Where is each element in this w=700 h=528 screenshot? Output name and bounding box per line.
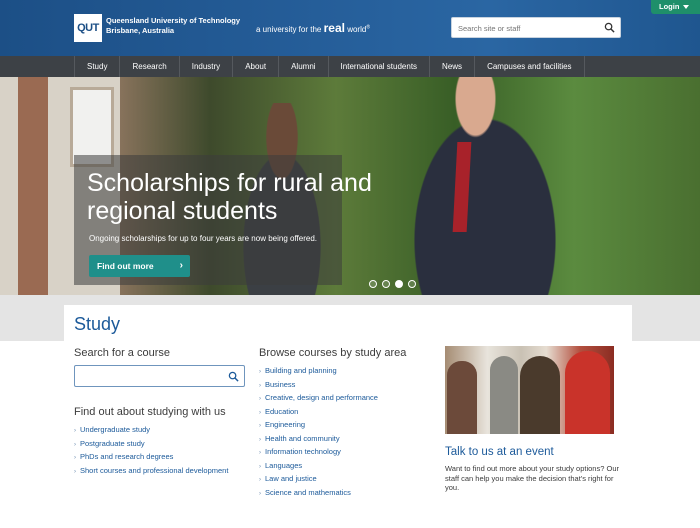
link-information-technology[interactable]: › Information technology bbox=[259, 445, 378, 459]
tagline-suffix: world bbox=[347, 25, 367, 34]
event-photo-person bbox=[520, 356, 560, 434]
qut-logo[interactable]: QUT bbox=[74, 14, 102, 42]
link-short-courses[interactable]: › Short courses and professional developm… bbox=[74, 464, 228, 478]
chevron-right-icon: › bbox=[74, 441, 76, 448]
hero-subtitle: Ongoing scholarships for up to four year… bbox=[89, 234, 317, 243]
link-label: Education bbox=[265, 406, 299, 416]
browse-links-list: › Building and planning › Business › Creati… bbox=[259, 364, 378, 499]
chevron-right-icon: › bbox=[259, 450, 261, 456]
link-label: Science and mathematics bbox=[265, 487, 351, 497]
find-out-heading: Find out about studying with us bbox=[74, 406, 226, 418]
link-engineering[interactable]: › Engineering bbox=[259, 418, 378, 432]
hero-title: Scholarships for rural and regional stud… bbox=[87, 169, 372, 225]
link-education[interactable]: › Education bbox=[259, 405, 378, 419]
site-header: QUT Queensland University of Technology … bbox=[0, 0, 700, 56]
chevron-right-icon: › bbox=[259, 490, 261, 497]
link-health-community[interactable]: › Health and community bbox=[259, 432, 378, 446]
site-search bbox=[451, 17, 621, 38]
nav-item-research[interactable]: Research bbox=[119, 56, 178, 77]
chevron-right-icon: › bbox=[259, 382, 261, 389]
chevron-right-icon: › bbox=[259, 396, 261, 402]
link-label: Information technology bbox=[265, 447, 341, 456]
link-label: Engineering bbox=[265, 420, 306, 429]
course-search bbox=[74, 365, 245, 387]
hero-brick-column bbox=[18, 77, 48, 295]
find-out-more-button[interactable]: Find out more › bbox=[89, 255, 190, 277]
link-label: Business bbox=[265, 379, 296, 389]
slide-dot-2[interactable] bbox=[382, 280, 390, 288]
nav-item-campuses-and-facilities[interactable]: Campuses and facilities bbox=[474, 56, 585, 77]
link-undergraduate-study[interactable]: › Undergraduate study bbox=[74, 423, 228, 437]
chevron-right-icon: › bbox=[259, 463, 261, 470]
tagline: a university for the real world® bbox=[256, 21, 370, 35]
nav-list: Study Research Industry About Alumni Int… bbox=[74, 56, 585, 77]
chevron-right-icon: › bbox=[74, 428, 76, 434]
link-label: Law and justice bbox=[265, 474, 317, 483]
nav-item-industry[interactable]: Industry bbox=[178, 56, 232, 77]
chevron-right-icon: › bbox=[74, 455, 76, 461]
chevron-right-icon: › bbox=[259, 423, 261, 429]
link-label: Short courses and professional developme… bbox=[80, 465, 229, 475]
site-search-input[interactable] bbox=[452, 19, 592, 38]
slide-dot-1[interactable] bbox=[369, 280, 377, 288]
nav-item-about[interactable]: About bbox=[232, 56, 278, 77]
course-search-input[interactable] bbox=[75, 366, 225, 386]
chevron-right-icon: › bbox=[259, 477, 261, 483]
org-name: Queensland University of Technology bbox=[106, 16, 241, 25]
login-button[interactable]: Login bbox=[651, 0, 700, 14]
link-label: Undergraduate study bbox=[80, 425, 151, 434]
event-photo-person bbox=[447, 361, 477, 434]
slide-dot-4[interactable] bbox=[408, 280, 416, 288]
link-label: Creative, design and performance bbox=[265, 393, 378, 402]
link-label: Languages bbox=[265, 460, 303, 470]
link-label: Health and community bbox=[265, 433, 340, 443]
slide-indicators bbox=[369, 280, 416, 288]
tagline-real: real bbox=[323, 21, 345, 35]
chevron-right-icon: › bbox=[179, 260, 183, 271]
chevron-right-icon: › bbox=[259, 409, 261, 416]
event-description: Want to find out more about your study o… bbox=[445, 464, 619, 492]
tagline-mark: ® bbox=[366, 24, 371, 31]
link-phds-research[interactable]: › PhDs and research degrees bbox=[74, 450, 228, 464]
event-title-link[interactable]: Talk to us at an event bbox=[445, 446, 554, 458]
event-photo-person bbox=[490, 356, 518, 434]
link-creative-design[interactable]: › Creative, design and performance bbox=[259, 391, 378, 405]
nav-item-news[interactable]: News bbox=[429, 56, 474, 77]
link-building-planning[interactable]: › Building and planning bbox=[259, 364, 378, 378]
slide-dot-3[interactable] bbox=[395, 280, 403, 288]
link-science-mathematics[interactable]: › Science and mathematics bbox=[259, 486, 378, 500]
nav-item-international-students[interactable]: International students bbox=[327, 56, 430, 77]
find-links-list: › Undergraduate study › Postgraduate study… bbox=[74, 423, 228, 477]
search-icon[interactable] bbox=[228, 371, 239, 382]
link-law-justice[interactable]: › Law and justice bbox=[259, 472, 378, 486]
chevron-right-icon: › bbox=[259, 369, 261, 375]
login-label: Login bbox=[659, 2, 680, 11]
link-label: PhDs and research degrees bbox=[80, 452, 174, 461]
nav-item-study[interactable]: Study bbox=[74, 56, 119, 77]
org-location: Brisbane, Australia bbox=[106, 26, 175, 35]
find-out-more-label: Find out more bbox=[97, 261, 154, 271]
event-photo[interactable] bbox=[445, 346, 614, 434]
org-name-block: Queensland University of Technology Bris… bbox=[106, 16, 240, 36]
search-icon[interactable] bbox=[604, 22, 615, 33]
link-business[interactable]: › Business bbox=[259, 378, 378, 392]
tagline-prefix: a university for the bbox=[256, 25, 322, 34]
link-postgraduate-study[interactable]: › Postgraduate study bbox=[74, 437, 228, 451]
search-course-heading: Search for a course bbox=[74, 347, 170, 359]
chevron-right-icon: › bbox=[74, 468, 76, 475]
event-photo-person bbox=[565, 351, 610, 434]
study-title: Study bbox=[74, 314, 121, 334]
chevron-down-icon bbox=[683, 5, 690, 10]
browse-heading: Browse courses by study area bbox=[259, 347, 407, 359]
nav-item-alumni[interactable]: Alumni bbox=[278, 56, 327, 77]
chevron-right-icon: › bbox=[259, 436, 261, 443]
link-languages[interactable]: › Languages bbox=[259, 459, 378, 473]
link-label: Postgraduate study bbox=[80, 438, 145, 448]
link-label: Building and planning bbox=[265, 366, 337, 375]
main-nav: Study Research Industry About Alumni Int… bbox=[0, 56, 700, 77]
